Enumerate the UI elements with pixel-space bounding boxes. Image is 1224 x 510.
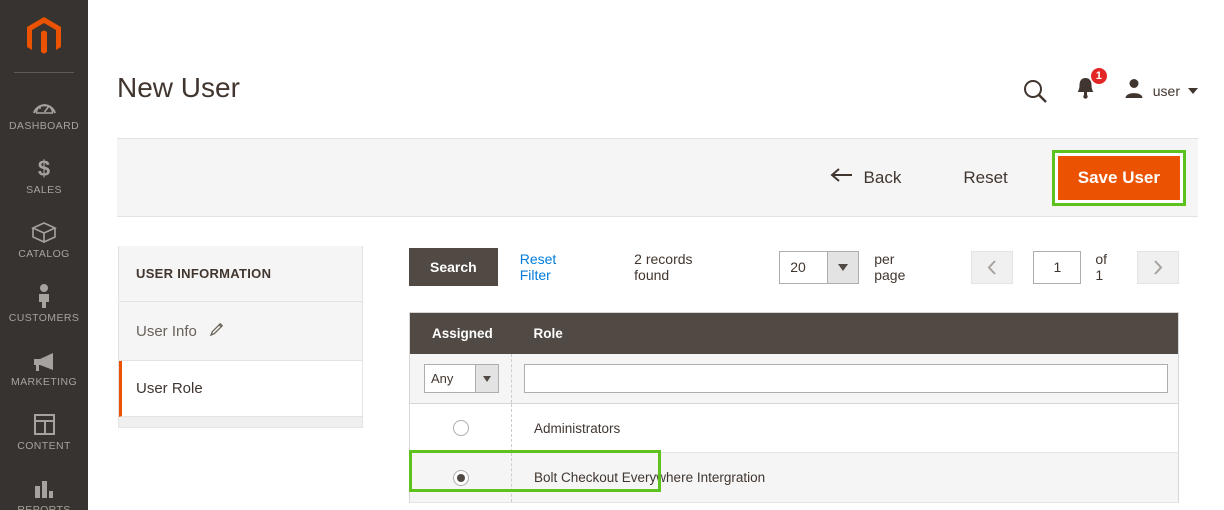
row-assigned-cell	[409, 403, 512, 454]
sidebar-item-catalog[interactable]: CATALOG	[0, 207, 88, 271]
sidebar-item-label: DASHBOARD	[8, 120, 80, 132]
sidebar-item-content[interactable]: CONTENT	[0, 399, 88, 463]
svg-text:$: $	[38, 156, 50, 180]
page-number-input[interactable]	[1033, 250, 1082, 284]
role-filter-input[interactable]	[524, 364, 1168, 393]
page-title: New User	[117, 72, 240, 103]
chevron-down-icon	[1188, 87, 1198, 94]
tab-label: User Role	[136, 380, 203, 397]
user-menu[interactable]: user	[1123, 77, 1198, 104]
search-button[interactable]: Search	[409, 248, 498, 286]
sidebar-item-customers[interactable]: CUSTOMERS	[0, 271, 88, 335]
sidebar-item-reports[interactable]: REPORTS	[0, 463, 88, 510]
magento-logo[interactable]	[0, 0, 88, 72]
person-icon	[35, 282, 53, 308]
header-tools: 1 user	[1022, 67, 1198, 105]
sidebar-item-label: SALES	[26, 184, 62, 196]
table-head: Assigned Role	[409, 312, 1179, 354]
pencil-icon	[209, 321, 225, 341]
roles-table: Assigned Role Any Administrators Bolt Ch…	[409, 312, 1179, 503]
sidebar-item-label: CONTENT	[17, 440, 71, 452]
sidebar-item-sales[interactable]: $ SALES	[0, 143, 88, 207]
chevron-down-icon	[827, 251, 859, 283]
box-icon	[31, 218, 57, 244]
table-row[interactable]: Administrators	[409, 403, 1179, 454]
assign-radio[interactable]	[452, 469, 469, 486]
per-page-label: per page	[874, 251, 906, 283]
tab-label: User Info	[136, 322, 197, 340]
column-header-role[interactable]: Role	[511, 312, 1179, 354]
records-found-label: 2 records found	[634, 251, 693, 283]
megaphone-icon	[31, 346, 57, 372]
user-information-panel: USER INFORMATION User Info User Role	[118, 246, 363, 428]
table-filter-row: Any	[409, 354, 1179, 404]
row-assigned-cell	[409, 452, 512, 503]
panel-title: USER INFORMATION	[119, 246, 362, 302]
user-avatar-icon	[1123, 77, 1145, 104]
dashboard-icon	[32, 90, 57, 116]
notifications-bell[interactable]: 1	[1074, 67, 1108, 105]
save-user-highlight: Save User	[1051, 149, 1186, 206]
magento-admin-page: DASHBOARD $ SALES CATALOG CUSTOMERS MARK…	[0, 0, 1224, 510]
page-actions-toolbar: Back Reset Save User	[117, 138, 1198, 217]
row-role-cell: Administrators	[511, 403, 1179, 454]
sidebar-item-label: REPORTS	[17, 504, 71, 510]
panel-footer-strip	[119, 417, 362, 427]
notification-badge: 1	[1089, 67, 1108, 85]
layout-icon	[33, 410, 56, 436]
table-header-row: Assigned Role	[409, 312, 1179, 354]
prev-page-button[interactable]	[971, 250, 1014, 284]
grid-toolbar: Search Reset Filter 2 records found 20 p…	[409, 246, 1180, 288]
dollar-icon: $	[35, 154, 53, 180]
total-pages-label: of 1	[1095, 251, 1108, 283]
back-label: Back	[863, 167, 902, 187]
sidebar-item-label: MARKETING	[10, 376, 78, 388]
row-role-cell: Bolt Checkout Everywhere Intergration	[511, 452, 1179, 503]
tab-user-info[interactable]: User Info	[119, 302, 362, 361]
sidebar-item-label: CATALOG	[18, 248, 70, 260]
per-page-select[interactable]: 20	[779, 250, 860, 284]
sidebar-item-label: CUSTOMERS	[8, 312, 80, 324]
user-role-grid: Search Reset Filter 2 records found 20 p…	[409, 246, 1180, 503]
admin-sidebar: DASHBOARD $ SALES CATALOG CUSTOMERS MARK…	[0, 0, 88, 510]
sidebar-divider	[14, 72, 74, 73]
reset-button[interactable]: Reset	[953, 162, 1017, 194]
sidebar-item-marketing[interactable]: MARKETING	[0, 335, 88, 399]
filter-cell-assigned: Any	[409, 354, 512, 404]
back-button[interactable]: Back	[820, 161, 912, 194]
next-page-button[interactable]	[1136, 250, 1180, 284]
table-body: Any Administrators Bolt Checkout Everywh…	[409, 354, 1179, 503]
assign-radio[interactable]	[452, 420, 469, 437]
filter-cell-role	[511, 354, 1179, 404]
search-icon[interactable]	[1022, 78, 1048, 104]
tab-user-role[interactable]: User Role	[119, 361, 362, 417]
page-header: New User 1 user	[88, 0, 1224, 135]
assigned-filter-value: Any	[431, 371, 454, 386]
column-header-assigned[interactable]: Assigned	[409, 312, 512, 354]
chevron-down-icon	[475, 365, 498, 392]
save-user-button[interactable]: Save User	[1057, 155, 1180, 200]
user-name-label: user	[1152, 82, 1180, 99]
arrow-left-icon	[830, 167, 853, 188]
reset-filter-link[interactable]: Reset Filter	[520, 251, 588, 283]
pagination: of 1	[971, 250, 1180, 284]
sidebar-item-dashboard[interactable]: DASHBOARD	[0, 79, 88, 143]
bar-chart-icon	[32, 474, 56, 500]
per-page-value: 20	[790, 259, 806, 275]
assigned-filter-select[interactable]: Any	[424, 364, 499, 393]
table-row[interactable]: Bolt Checkout Everywhere Intergration	[409, 452, 1179, 503]
